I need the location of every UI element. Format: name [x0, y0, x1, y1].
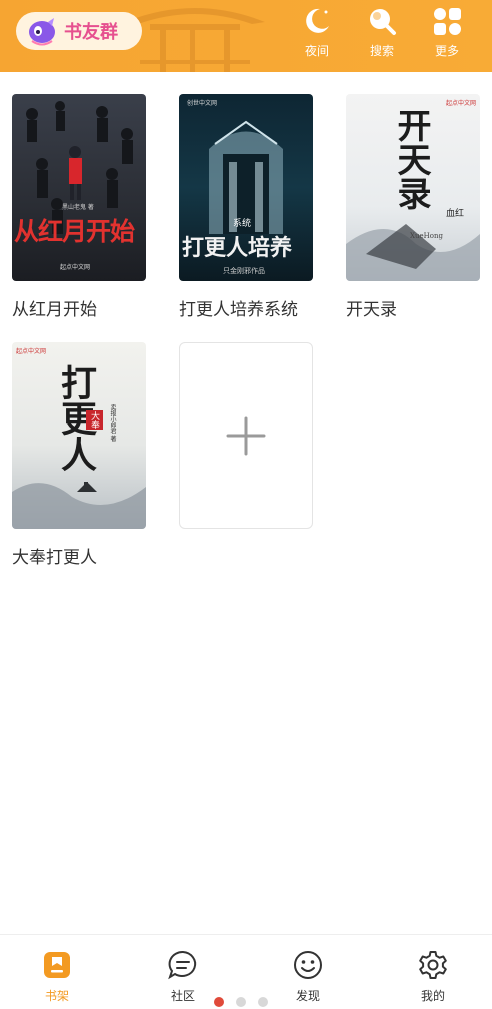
book-cover[interactable]: 开天录 血红 XueHong 起点中文网 [346, 94, 480, 281]
book-title[interactable]: 大奉打更人 [12, 543, 146, 568]
nav-mine[interactable]: 我的 [398, 949, 468, 1004]
search-label: 搜索 [369, 44, 394, 58]
book-item[interactable]: 打更人 大奉 卖报小郎君 著 起点中文网 大奉打更人 [12, 342, 146, 568]
cover-sub-text: XueHong [410, 232, 443, 240]
book-item[interactable]: 从红月开始 黑山老鬼 著 起点中文网 从红月开始 [12, 94, 146, 320]
nav-bookshelf[interactable]: 书架 [22, 949, 92, 1004]
moon-icon [306, 8, 329, 33]
cover-author-text: 血红 [446, 209, 465, 219]
reader-group-label: 书友群 [64, 22, 118, 43]
smile-icon [294, 951, 322, 979]
nav-community-label: 社区 [170, 989, 195, 1003]
book-item[interactable]: 系统 打更人培养 只金刚邪作品 创世中文网 打更人培养系统 [179, 94, 313, 320]
book-title[interactable]: 开天录 [346, 295, 480, 320]
cover-publisher-text: 起点中文网 [16, 348, 47, 355]
cover-title-text: 打更人培养 [182, 235, 293, 261]
cover-author-text: 卖报小郎君 著 [109, 404, 116, 442]
night-mode-label: 夜间 [304, 44, 329, 58]
grid-more-icon [434, 8, 461, 35]
book-cover[interactable]: 从红月开始 黑山老鬼 著 起点中文网 [12, 94, 146, 281]
pavilion-decoration [125, 8, 265, 72]
book-title[interactable]: 从红月开始 [12, 295, 146, 320]
book-cover[interactable]: 打更人 大奉 卖报小郎君 著 起点中文网 [12, 342, 146, 529]
page-indicator [214, 997, 268, 1007]
mascot-icon [29, 18, 55, 46]
page-dot [258, 997, 268, 1007]
nav-discover-label: 发现 [295, 989, 320, 1003]
cover-author-text: 只金刚邪作品 [223, 267, 265, 275]
reader-group-button[interactable]: 书友群 [16, 12, 142, 50]
top-header: 书友群 夜间 搜索 更多 [0, 0, 492, 72]
cover-publisher-text: 起点中文网 [446, 100, 477, 107]
cover-publisher-text: 起点中文网 [60, 264, 91, 271]
nav-discover[interactable]: 发现 [273, 949, 343, 1004]
night-mode-button[interactable]: 夜间 [289, 4, 345, 62]
page-dot [236, 997, 246, 1007]
bookshelf-icon [44, 952, 70, 978]
nav-community[interactable]: 社区 [148, 949, 218, 1004]
cover-publisher-text: 创世中文网 [187, 100, 218, 107]
chat-icon [168, 950, 197, 980]
book-cover[interactable]: 系统 打更人培养 只金刚邪作品 创世中文网 [179, 94, 313, 281]
nav-mine-label: 我的 [420, 989, 445, 1003]
search-icon [370, 9, 396, 35]
more-button[interactable]: 更多 [419, 4, 475, 62]
book-title[interactable]: 打更人培养系统 [179, 295, 313, 320]
cover-title-tag: 大奉 [86, 410, 103, 430]
gear-icon [419, 951, 447, 979]
nav-bookshelf-label: 书架 [44, 989, 69, 1003]
cover-title-text: 从红月开始 [14, 217, 135, 246]
plus-icon [226, 416, 266, 455]
search-button[interactable]: 搜索 [354, 4, 410, 62]
cover-title-text: 开天录 [391, 108, 431, 210]
cover-author-text: 黑山老鬼 著 [62, 204, 94, 211]
book-item[interactable]: 开天录 血红 XueHong 起点中文网 开天录 [346, 94, 480, 320]
page-dot-active [214, 997, 224, 1007]
cover-title-tag: 系统 [233, 219, 252, 229]
add-book-button[interactable] [179, 342, 313, 529]
more-label: 更多 [434, 44, 459, 58]
